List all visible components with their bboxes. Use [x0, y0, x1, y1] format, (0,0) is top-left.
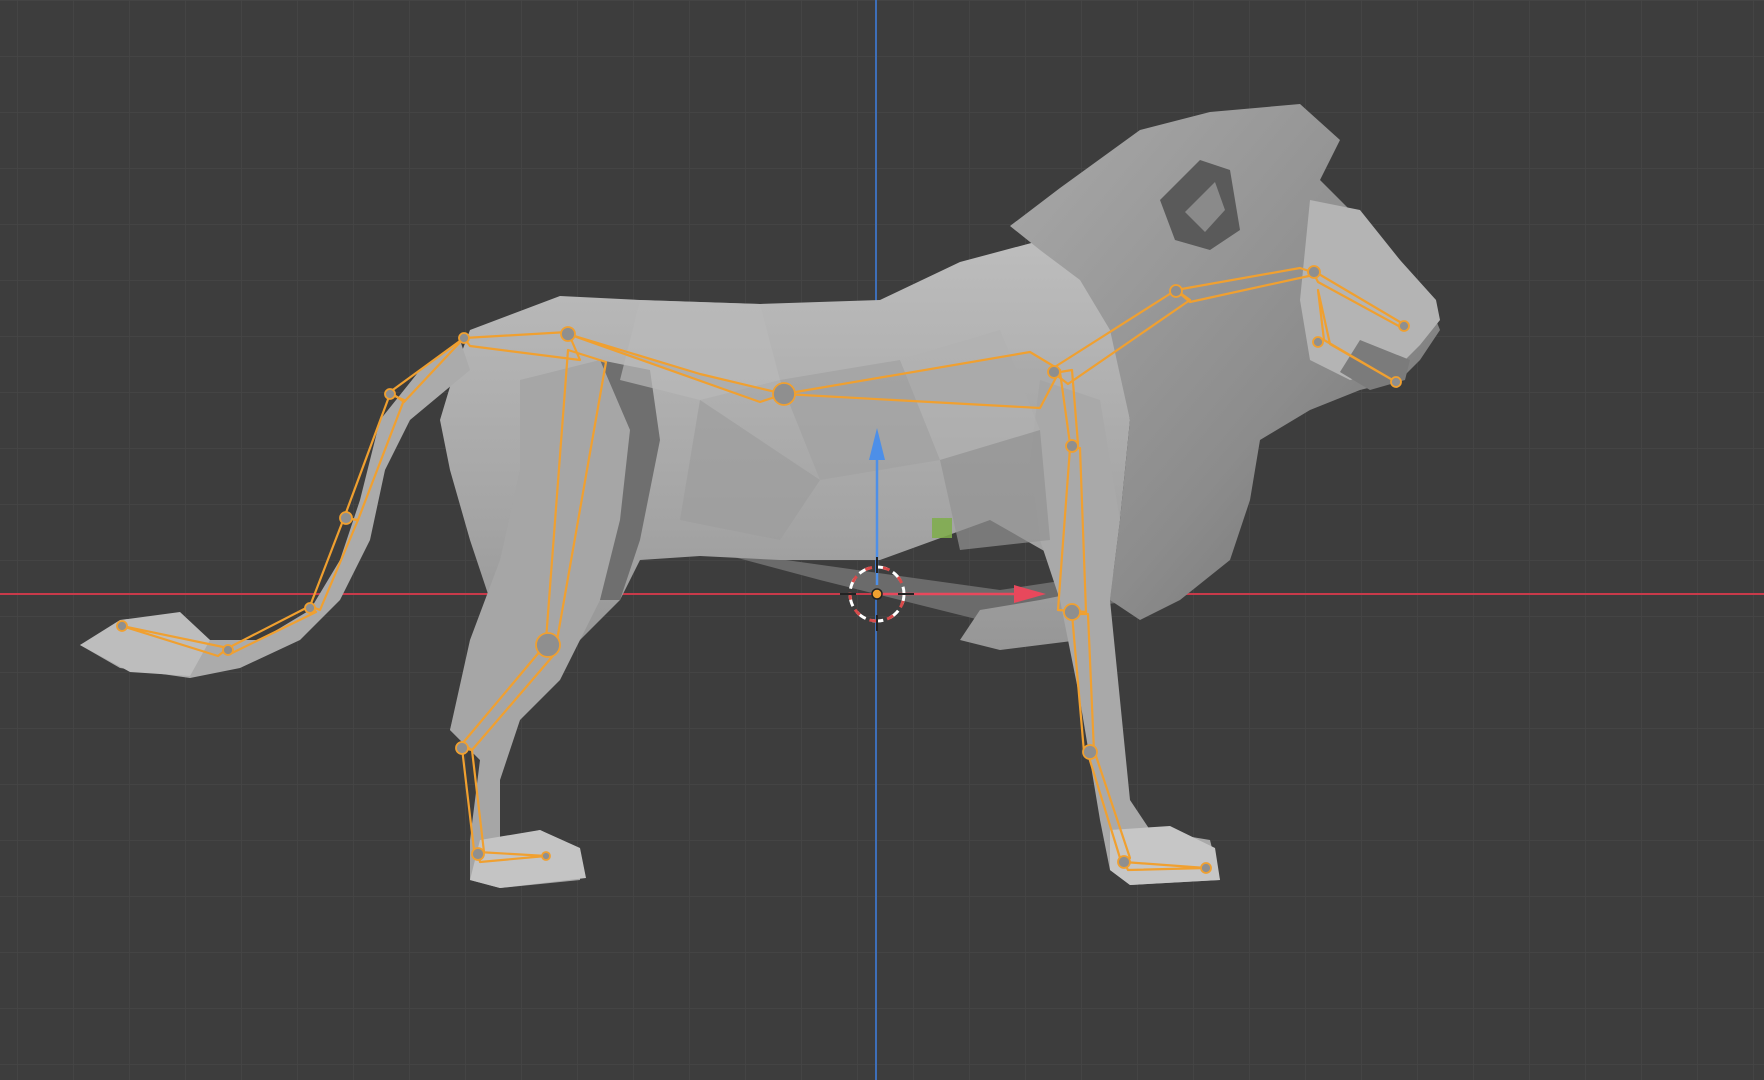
- viewport-canvas[interactable]: [0, 0, 1764, 1080]
- light-marker-icon[interactable]: [932, 518, 952, 538]
- object-origin-icon: [871, 588, 883, 600]
- 3d-viewport[interactable]: [0, 0, 1764, 1080]
